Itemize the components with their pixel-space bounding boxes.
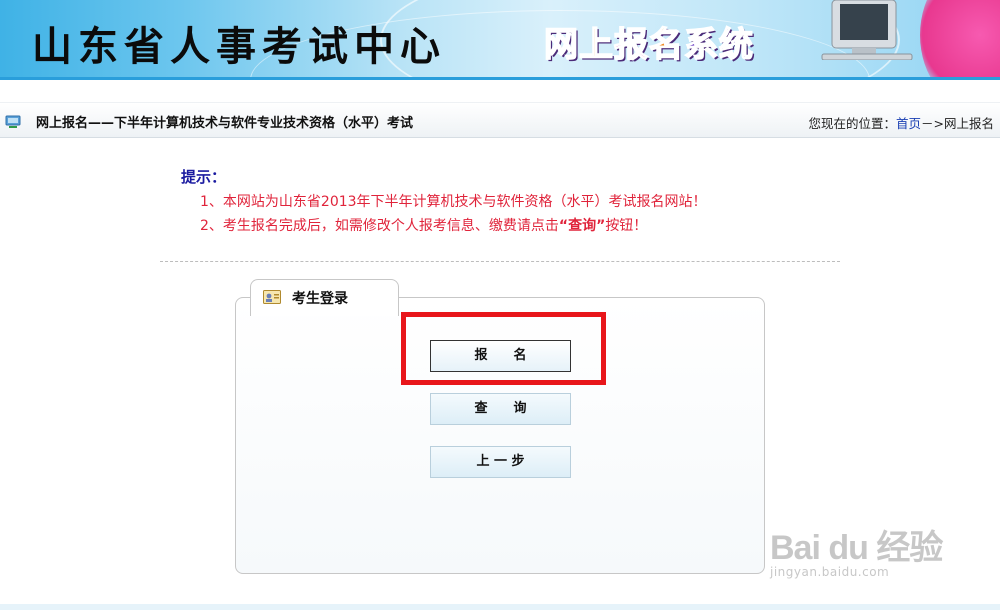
location-bar: 网上报名——下半年计算机技术与软件专业技术资格（水平）考试 您现在的位置：首页－…	[0, 102, 1000, 138]
tips-section: 提示： 1、本网站为山东省2013年下半年计算机技术与软件资格（水平）考试报名网…	[181, 166, 707, 235]
computer-icon	[5, 115, 21, 128]
tip-emphasis: “查询”	[558, 218, 606, 234]
baidu-jingyan-watermark: Bai du 经验 jingyan.baidu.com	[770, 520, 943, 579]
banner-decoration	[920, 0, 1000, 80]
query-button[interactable]: 查 询	[430, 393, 571, 425]
breadcrumb: 您现在的位置：首页－>网上报名	[808, 113, 994, 132]
tips-heading: 提示：	[181, 168, 227, 186]
id-card-icon	[263, 290, 281, 304]
system-title-char: 网	[543, 24, 579, 66]
tip-text: 2、考生报名完成后，如需修改个人报考信息、缴费请点击	[200, 218, 559, 234]
system-title: 网上报名系统	[543, 17, 754, 66]
computer-monitor-icon	[821, 0, 913, 60]
system-title-char: 上	[578, 24, 614, 66]
breadcrumb-separator: －>	[921, 116, 944, 131]
page-title: 网上报名——下半年计算机技术与软件专业技术资格（水平）考试	[36, 116, 414, 131]
login-panel-title: 考生登录	[292, 291, 348, 307]
back-button[interactable]: 上 一 步	[430, 446, 571, 478]
banner-border	[0, 77, 1000, 80]
footer-strip	[0, 604, 1000, 610]
header-banner: 山东省人事考试中心 网上报名系统	[0, 0, 1000, 80]
dashed-divider	[160, 261, 840, 262]
tip-item: 2、考生报名完成后，如需修改个人报考信息、缴费请点击“查询”按钮！	[181, 215, 707, 235]
tip-item: 1、本网站为山东省2013年下半年计算机技术与软件资格（水平）考试报名网站！	[200, 194, 707, 210]
org-title: 山东省人事考试中心	[32, 23, 446, 70]
system-title-char: 统	[718, 24, 754, 66]
system-title-char: 名	[648, 24, 684, 66]
breadcrumb-current: 网上报名	[943, 116, 994, 131]
tip-text: 按钮！	[605, 218, 648, 234]
system-title-char: 系	[683, 24, 719, 66]
breadcrumb-label: 您现在的位置：	[808, 116, 896, 131]
highlight-annotation-box	[401, 312, 606, 385]
watermark-logo: Bai du 经验	[770, 529, 943, 567]
breadcrumb-home-link[interactable]: 首页	[896, 116, 921, 131]
system-title-char: 报	[613, 24, 649, 66]
